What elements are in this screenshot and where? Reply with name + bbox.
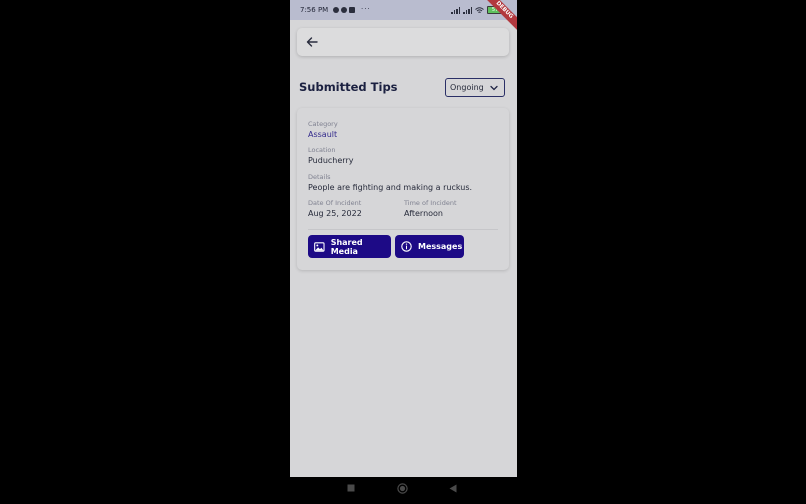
messages-label: Messages (418, 242, 463, 251)
status-filter-value: Ongoing (450, 83, 484, 92)
divider (308, 229, 498, 230)
image-icon (314, 241, 325, 252)
date-label: Date Of Incident (308, 199, 362, 207)
page-title: Submitted Tips (299, 80, 398, 94)
signal-icon (463, 6, 472, 14)
messages-button[interactable]: Messages (395, 235, 464, 258)
notification-icon (349, 7, 355, 13)
arrow-back-icon[interactable] (305, 35, 319, 49)
app-bar (297, 28, 509, 56)
date-value: Aug 25, 2022 (308, 209, 362, 218)
details-value: People are fighting and making a ruckus. (308, 183, 473, 192)
time-value: Afternoon (404, 209, 443, 218)
time-label: Time of Incident (404, 199, 457, 207)
notification-icon (341, 7, 347, 13)
more-notifications-icon: ··· (361, 5, 371, 13)
tip-card: Category Assault Location Puducherry Det… (297, 108, 509, 270)
chevron-down-icon (490, 85, 498, 91)
category-value: Assault (308, 130, 338, 139)
status-bar: 7:56 PM ··· 57 (290, 0, 517, 20)
status-filter-dropdown[interactable]: Ongoing (445, 78, 505, 97)
info-icon (401, 241, 412, 252)
status-time: 7:56 PM (300, 6, 329, 14)
nav-recents-icon[interactable] (347, 484, 355, 492)
nav-home-icon[interactable] (397, 483, 408, 494)
wifi-icon (475, 6, 484, 13)
shared-media-button[interactable]: Shared Media (308, 235, 391, 258)
notification-icon (333, 7, 339, 13)
notification-icons (333, 7, 355, 13)
details-label: Details (308, 173, 331, 181)
category-label: Category (308, 120, 338, 128)
location-label: Location (308, 146, 336, 154)
location-value: Puducherry (308, 156, 354, 165)
shared-media-label: Shared Media (330, 237, 363, 256)
signal-icon (451, 6, 460, 14)
nav-back-icon[interactable] (449, 484, 457, 493)
phone-screen: 7:56 PM ··· 57 DEBUG Submitted Tips Ongo… (290, 0, 517, 477)
